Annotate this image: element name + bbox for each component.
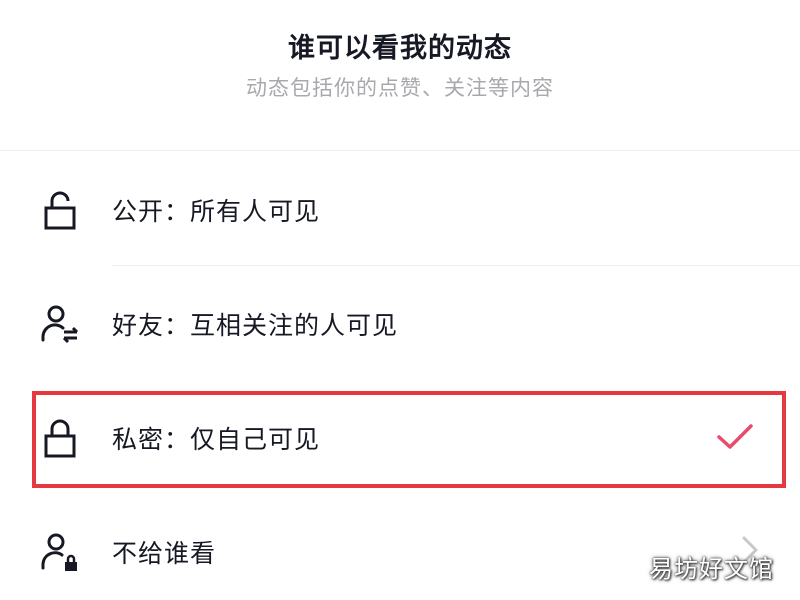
sheet-title: 谁可以看我的动态 — [288, 33, 512, 64]
option-friends-label: 好友：互相关注的人可见 — [112, 311, 399, 340]
mutual-follow-user-icon — [40, 304, 80, 344]
option-public-label: 公开：所有人可见 — [112, 197, 321, 226]
option-hide-from-label: 不给谁看 — [112, 539, 217, 568]
sheet-header: 谁可以看我的动态 动态包括你的点赞、关注等内容 — [0, 0, 800, 150]
sheet-subtitle: 动态包括你的点赞、关注等内容 — [246, 76, 554, 100]
unlock-icon — [40, 190, 80, 230]
header-divider — [0, 150, 800, 151]
option-public[interactable]: 公开：所有人可见 — [0, 152, 800, 264]
watermark-text: 易坊好文馆 — [649, 555, 774, 583]
option-hide-from[interactable]: 不给谁看 — [0, 494, 800, 600]
visibility-settings-sheet: 谁可以看我的动态 动态包括你的点赞、关注等内容 公开：所有人可见 好友：互相关注… — [0, 0, 800, 600]
user-lock-icon — [40, 532, 80, 572]
option-friends[interactable]: 好友：互相关注的人可见 — [0, 266, 800, 378]
highlight-box — [32, 391, 786, 488]
